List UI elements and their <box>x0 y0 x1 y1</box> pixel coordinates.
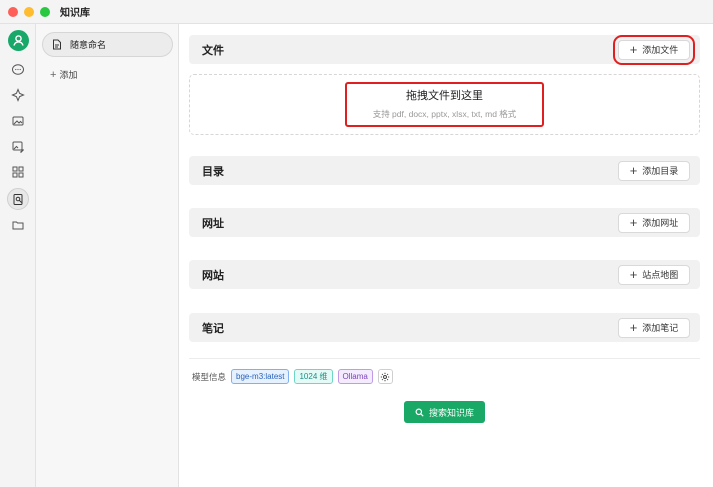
chat-icon[interactable] <box>8 60 28 80</box>
main-content: 文件 + 添加文件 拖拽文件到这里 支持 pdf, docx, pptx, xl… <box>180 24 713 487</box>
image-icon[interactable] <box>8 111 28 131</box>
apps-grid-icon[interactable] <box>8 162 28 182</box>
directory-section: 目录 + 添加目录 <box>189 156 700 185</box>
title-bar: 知识库 <box>0 0 713 24</box>
minimize-window-button[interactable] <box>24 6 34 17</box>
website-section-title: 网站 <box>202 269 224 282</box>
maximize-window-button[interactable] <box>40 6 50 17</box>
dropzone-subtitle: 支持 pdf, docx, pptx, xlsx, txt, md 格式 <box>372 109 517 119</box>
search-button-label: 搜索知识库 <box>428 407 474 418</box>
provider-tag: Ollama <box>337 369 373 384</box>
model-settings-button[interactable] <box>377 369 393 384</box>
add-note-button[interactable]: + 添加笔记 <box>618 317 690 338</box>
model-info-row: 模型信息 bge-m3:latest 1024 维 Ollama <box>192 369 393 384</box>
directory-section-title: 目录 <box>202 165 224 178</box>
add-knowledge-base-button[interactable]: + 添加 <box>50 68 77 81</box>
knowledge-base-item[interactable]: 随意命名 <box>42 32 173 57</box>
icon-nav-bar <box>0 24 36 487</box>
file-dropzone[interactable]: 拖拽文件到这里 支持 pdf, docx, pptx, xlsx, txt, m… <box>189 74 700 135</box>
add-note-label: 添加笔记 <box>642 323 679 333</box>
divider <box>189 358 700 359</box>
notes-section: 笔记 + 添加笔记 <box>189 313 700 342</box>
search-icon <box>415 407 424 417</box>
plus-icon: + <box>629 42 638 57</box>
plus-icon: + <box>50 68 57 81</box>
add-directory-label: 添加目录 <box>642 166 679 176</box>
model-name-tag: bge-m3:latest <box>231 369 290 384</box>
add-directory-button[interactable]: + 添加目录 <box>618 160 690 181</box>
sitemap-label: 站点地图 <box>642 270 679 280</box>
close-window-button[interactable] <box>8 6 18 17</box>
plus-icon: + <box>629 320 638 335</box>
url-section-title: 网址 <box>202 217 224 230</box>
dimensions-tag: 1024 维 <box>294 369 333 384</box>
plus-icon: + <box>629 163 638 178</box>
gear-icon <box>381 372 390 381</box>
folder-icon[interactable] <box>8 215 28 235</box>
add-label: 添加 <box>59 70 78 80</box>
document-icon <box>53 39 61 50</box>
add-url-button[interactable]: + 添加网址 <box>618 212 690 233</box>
sitemap-button[interactable]: + 站点地图 <box>618 264 690 285</box>
plus-icon: + <box>629 267 638 282</box>
sparkle-icon[interactable] <box>8 85 28 105</box>
notes-section-title: 笔记 <box>202 322 224 335</box>
plus-icon: + <box>629 215 638 230</box>
files-section-title: 文件 <box>202 44 224 57</box>
user-avatar-icon[interactable] <box>8 30 29 51</box>
add-file-button[interactable]: + 添加文件 <box>613 34 695 65</box>
image-edit-icon[interactable] <box>8 137 28 157</box>
knowledge-base-icon[interactable] <box>7 188 29 210</box>
search-knowledge-base-button[interactable]: 搜索知识库 <box>404 401 485 423</box>
files-section: 文件 + 添加文件 <box>189 34 700 65</box>
url-section: 网址 + 添加网址 <box>189 208 700 237</box>
add-file-label: 添加文件 <box>642 45 679 55</box>
knowledge-base-name: 随意命名 <box>70 40 107 50</box>
dropzone-title: 拖拽文件到这里 <box>406 90 483 102</box>
add-url-label: 添加网址 <box>642 218 679 228</box>
website-section: 网站 + 站点地图 <box>189 260 700 289</box>
model-info-label: 模型信息 <box>192 371 227 382</box>
app-title: 知识库 <box>60 8 90 19</box>
knowledge-base-sidebar: 随意命名 + 添加 <box>36 24 179 487</box>
window-controls <box>8 6 50 17</box>
dropzone-highlight: 拖拽文件到这里 支持 pdf, docx, pptx, xlsx, txt, m… <box>345 82 544 127</box>
